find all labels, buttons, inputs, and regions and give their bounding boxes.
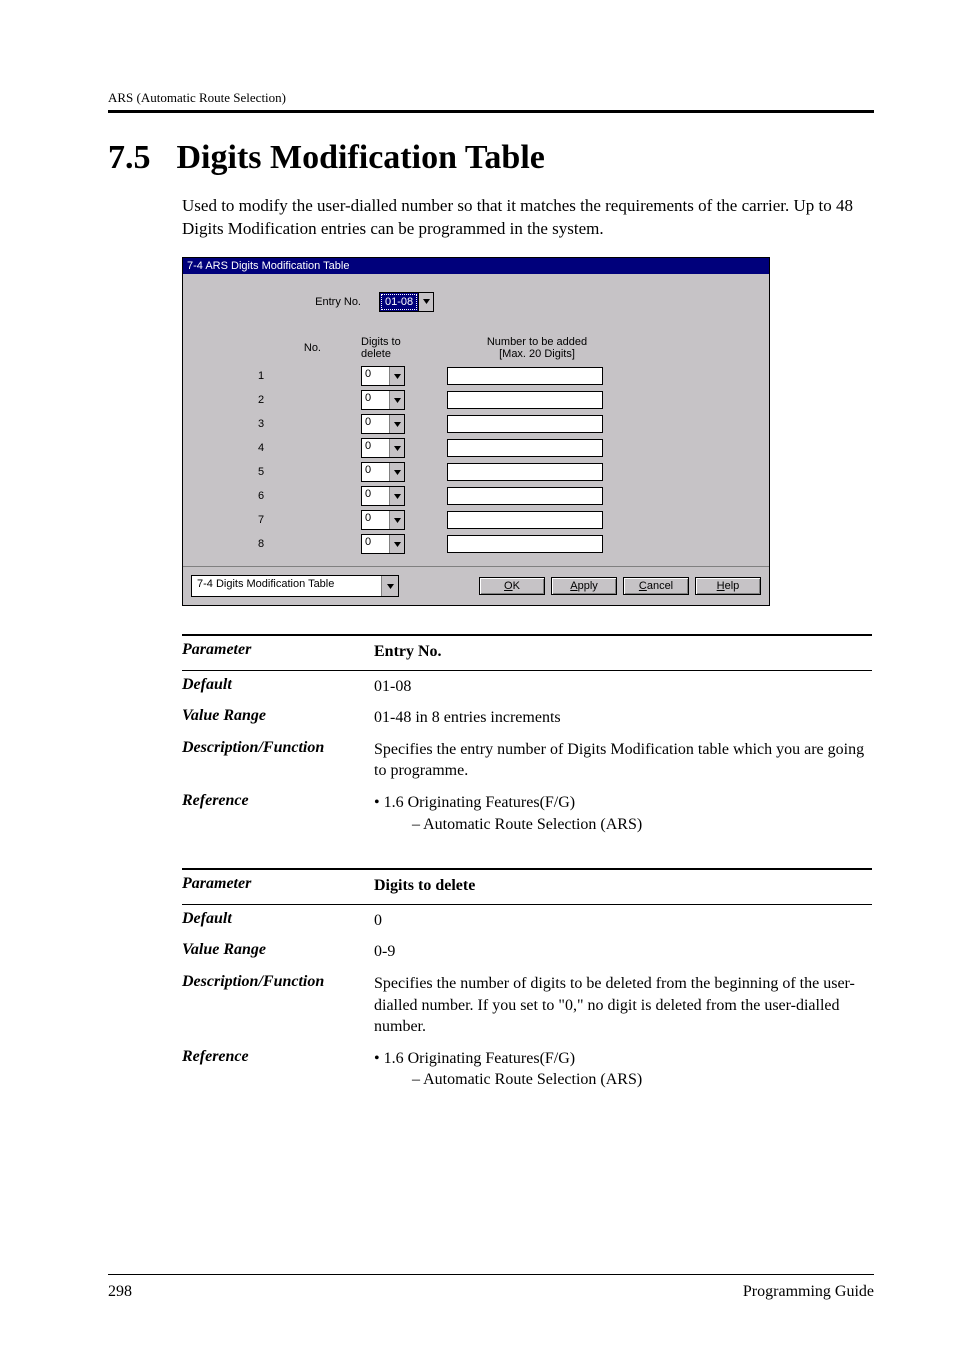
intro-paragraph: Used to modify the user-dialled number s…: [182, 195, 874, 241]
number-input[interactable]: [447, 367, 603, 385]
digits-select[interactable]: 0: [361, 414, 405, 434]
number-input[interactable]: [447, 391, 603, 409]
param-table-1: Parameter Entry No. Default 01-08 Value …: [182, 634, 872, 840]
number-input[interactable]: [447, 511, 603, 529]
number-input[interactable]: [447, 535, 603, 553]
digits-value: 0: [362, 463, 389, 481]
chevron-down-icon[interactable]: [389, 535, 404, 553]
table-row: 10: [183, 364, 769, 388]
digits-select[interactable]: 0: [361, 510, 405, 530]
chevron-down-icon[interactable]: [389, 463, 404, 481]
row-no: 5: [183, 466, 361, 478]
row-no: 1: [183, 370, 361, 382]
default-value: 01-08: [374, 676, 872, 698]
value-range-label: Value Range: [182, 707, 374, 725]
dialog-footer: 7-4 Digits Modification Table OK Apply C…: [183, 566, 769, 605]
digits-value: 0: [362, 367, 389, 385]
digits-value: 0: [362, 391, 389, 409]
footer-title: Programming Guide: [743, 1283, 874, 1301]
chevron-down-icon[interactable]: [418, 293, 433, 311]
col-header-digits: Digits to delete: [361, 336, 447, 360]
chevron-down-icon[interactable]: [389, 415, 404, 433]
footer-select-value: 7-4 Digits Modification Table: [192, 576, 381, 596]
help-button[interactable]: Help: [695, 577, 761, 595]
chevron-down-icon[interactable]: [389, 511, 404, 529]
description-label: Description/Function: [182, 973, 374, 991]
description-value: Specifies the entry number of Digits Mod…: [374, 739, 872, 782]
chevron-down-icon[interactable]: [389, 367, 404, 385]
digits-value: 0: [362, 487, 389, 505]
digits-select[interactable]: 0: [361, 534, 405, 554]
reference-value: • 1.6 Originating Features(F/G) – Automa…: [374, 1048, 872, 1091]
chapter-number: 7.5: [108, 139, 168, 177]
description-value: Specifies the number of digits to be del…: [374, 973, 872, 1038]
digits-value: 0: [362, 415, 389, 433]
param-header-value: Digits to delete: [374, 875, 872, 897]
number-input[interactable]: [447, 439, 603, 457]
row-no: 8: [183, 538, 361, 550]
default-label: Default: [182, 910, 374, 928]
table-row: 80: [183, 532, 769, 556]
digits-select[interactable]: 0: [361, 366, 405, 386]
dialog-titlebar: 7-4 ARS Digits Modification Table: [183, 258, 769, 274]
digits-value: 0: [362, 535, 389, 553]
apply-button[interactable]: Apply: [551, 577, 617, 595]
reference-label: Reference: [182, 792, 374, 810]
row-no: 2: [183, 394, 361, 406]
reference-value: • 1.6 Originating Features(F/G) – Automa…: [374, 792, 872, 835]
row-no: 6: [183, 490, 361, 502]
col-header-number: Number to be added [Max. 20 Digits]: [447, 336, 627, 360]
page-footer: 298 Programming Guide: [108, 1274, 874, 1301]
chevron-down-icon[interactable]: [389, 391, 404, 409]
digits-value: 0: [362, 511, 389, 529]
default-value: 0: [374, 910, 872, 932]
digits-select[interactable]: 0: [361, 486, 405, 506]
table-row: 20: [183, 388, 769, 412]
value-range-value: 01-48 in 8 entries increments: [374, 707, 872, 729]
footer-page-select[interactable]: 7-4 Digits Modification Table: [191, 575, 399, 597]
row-no: 4: [183, 442, 361, 454]
reference-label: Reference: [182, 1048, 374, 1066]
table-row: 50: [183, 460, 769, 484]
page-number: 298: [108, 1283, 132, 1301]
param-table-2: Parameter Digits to delete Default 0 Val…: [182, 868, 872, 1096]
number-input[interactable]: [447, 463, 603, 481]
number-input[interactable]: [447, 415, 603, 433]
number-input[interactable]: [447, 487, 603, 505]
description-label: Description/Function: [182, 739, 374, 757]
header-rule: [108, 110, 874, 113]
chapter-heading: 7.5 Digits Modification Table: [108, 139, 874, 177]
value-range-value: 0-9: [374, 941, 872, 963]
table-row: 60: [183, 484, 769, 508]
table-row: 70: [183, 508, 769, 532]
param-label: Parameter: [182, 875, 374, 893]
param-label: Parameter: [182, 641, 374, 659]
default-label: Default: [182, 676, 374, 694]
col-header-no: No.: [183, 342, 361, 354]
digits-value: 0: [362, 439, 389, 457]
dialog-window: 7-4 ARS Digits Modification Table Entry …: [182, 257, 770, 606]
table-row: 30: [183, 412, 769, 436]
chevron-down-icon[interactable]: [381, 576, 398, 596]
row-no: 3: [183, 418, 361, 430]
digits-select[interactable]: 0: [361, 390, 405, 410]
table-row: 40: [183, 436, 769, 460]
value-range-label: Value Range: [182, 941, 374, 959]
entry-no-value: 01-08: [381, 294, 417, 310]
entry-no-select[interactable]: 01-08: [379, 292, 434, 312]
param-header-value: Entry No.: [374, 641, 872, 663]
running-header: ARS (Automatic Route Selection): [108, 90, 874, 106]
chevron-down-icon[interactable]: [389, 439, 404, 457]
entry-no-label: Entry No.: [183, 296, 379, 308]
ok-button[interactable]: OK: [479, 577, 545, 595]
cancel-button[interactable]: Cancel: [623, 577, 689, 595]
row-no: 7: [183, 514, 361, 526]
digits-select[interactable]: 0: [361, 438, 405, 458]
chevron-down-icon[interactable]: [389, 487, 404, 505]
digits-select[interactable]: 0: [361, 462, 405, 482]
chapter-title-text: Digits Modification Table: [177, 139, 545, 176]
